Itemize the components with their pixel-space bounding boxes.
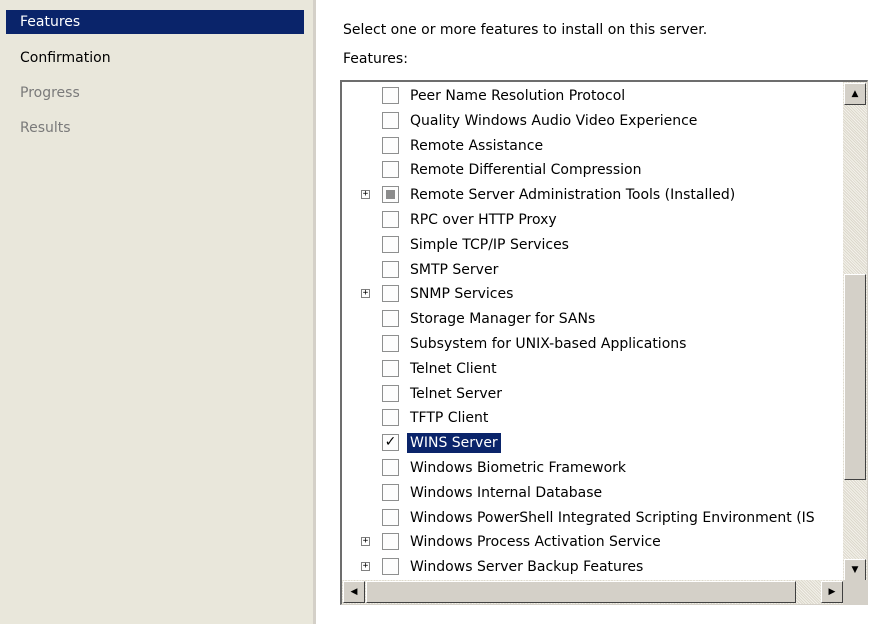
feature-checkbox[interactable] [382, 211, 399, 228]
scroll-left-arrow-icon[interactable]: ◀ [343, 581, 365, 603]
feature-row[interactable]: + Windows Process Activation Service [342, 530, 842, 554]
feature-row[interactable]: Subsystem for UNIX-based Applications [342, 332, 842, 356]
feature-label[interactable]: SMTP Server [407, 260, 501, 280]
feature-row[interactable]: Telnet Server [342, 382, 842, 406]
feature-checkbox[interactable] [382, 87, 399, 104]
vertical-scroll-thumb[interactable] [844, 274, 866, 480]
feature-label[interactable]: WINS Server [407, 433, 501, 454]
feature-row[interactable]: Telnet Client [342, 357, 842, 381]
feature-label[interactable]: Remote Server Administration Tools (Inst… [407, 185, 738, 205]
nav-step-progress: Progress [20, 85, 80, 101]
feature-checkbox[interactable] [382, 359, 399, 377]
plus-expand-icon[interactable]: + [361, 537, 370, 547]
feature-row[interactable]: TFTP Client [342, 406, 842, 430]
nav-step-confirmation[interactable]: Confirmation [6, 46, 304, 70]
feature-checkbox[interactable] [382, 161, 399, 179]
feature-label[interactable]: Remote Differential Compression [407, 160, 644, 180]
feature-checkbox[interactable] [382, 310, 399, 328]
feature-row[interactable]: + SNMP Services [342, 282, 842, 306]
feature-label[interactable]: Windows Biometric Framework [407, 458, 629, 478]
feature-row[interactable]: SMTP Server [342, 258, 842, 282]
plus-expand-icon[interactable]: + [361, 289, 370, 299]
feature-label[interactable]: Windows Internal Database [407, 483, 605, 503]
feature-row[interactable]: Remote Assistance [342, 134, 842, 158]
main-panel: Select one or more features to install o… [316, 0, 869, 624]
feature-row[interactable]: Windows Internal Database [342, 481, 842, 505]
feature-checkbox[interactable] [382, 409, 399, 427]
feature-row[interactable]: + Remote Server Administration Tools (Ins… [342, 183, 842, 207]
feature-label[interactable]: Telnet Server [407, 384, 505, 404]
feature-checkbox[interactable] [382, 136, 399, 154]
feature-row[interactable]: Windows Biometric Framework [342, 456, 842, 480]
feature-label[interactable]: SNMP Services [407, 284, 516, 304]
feature-label[interactable]: Storage Manager for SANs [407, 309, 598, 329]
feature-checkbox[interactable] [382, 285, 399, 303]
instruction-text: Select one or more features to install o… [343, 22, 708, 38]
feature-row[interactable]: RPC over HTTP Proxy [342, 208, 842, 232]
feature-checkbox[interactable] [382, 508, 399, 526]
feature-checkbox[interactable] [382, 235, 399, 253]
feature-row[interactable]: + Windows Server Backup Features [342, 555, 842, 579]
plus-expand-icon[interactable]: + [361, 190, 370, 200]
feature-label[interactable]: Remote Assistance [407, 136, 546, 156]
scroll-up-arrow-icon[interactable]: ▲ [844, 83, 866, 105]
features-label: Features: [343, 51, 408, 67]
feature-label[interactable]: Windows Process Activation Service [407, 532, 664, 552]
plus-expand-icon[interactable]: + [361, 562, 370, 572]
feature-checkbox[interactable] [382, 533, 399, 551]
scroll-down-arrow-icon[interactable]: ▼ [844, 559, 866, 581]
horizontal-scrollbar[interactable]: ◀ ▶ [342, 580, 844, 604]
feature-checkbox[interactable] [382, 483, 399, 501]
feature-checkbox[interactable] [382, 384, 399, 402]
feature-label[interactable]: TFTP Client [407, 408, 491, 428]
feature-label[interactable]: Simple TCP/IP Services [407, 235, 572, 255]
horizontal-scroll-thumb[interactable] [366, 581, 796, 603]
nav-step-features[interactable]: Features [6, 10, 304, 34]
feature-row[interactable]: Windows PowerShell Integrated Scripting … [342, 506, 842, 530]
feature-checkbox[interactable] [382, 335, 399, 352]
feature-checkbox-checked[interactable]: ✓ [382, 434, 399, 452]
feature-label[interactable]: Telnet Client [407, 359, 500, 379]
feature-row[interactable]: Peer Name Resolution Protocol [342, 84, 842, 108]
feature-label[interactable]: Windows PowerShell Integrated Scripting … [407, 508, 818, 528]
feature-checkbox[interactable] [382, 260, 399, 278]
vertical-scrollbar[interactable]: ▲ ▼ [843, 82, 867, 582]
wizard-step-sidebar: Features Confirmation Progress Results [0, 0, 313, 624]
feature-checkbox[interactable] [382, 558, 399, 576]
features-tree[interactable]: Peer Name Resolution Protocol Quality Win… [340, 80, 868, 605]
scrollbar-corner [843, 580, 867, 604]
feature-checkbox[interactable] [382, 459, 399, 476]
feature-checkbox-partial[interactable] [382, 186, 399, 204]
feature-label[interactable]: Windows Server Backup Features [407, 557, 646, 577]
feature-row[interactable]: Simple TCP/IP Services [342, 233, 842, 257]
feature-label[interactable]: RPC over HTTP Proxy [407, 210, 560, 230]
feature-row[interactable]: Quality Windows Audio Video Experience [342, 109, 842, 133]
feature-checkbox[interactable] [382, 111, 399, 129]
feature-row[interactable]: Remote Differential Compression [342, 158, 842, 182]
feature-label[interactable]: Peer Name Resolution Protocol [407, 86, 628, 106]
feature-label[interactable]: Quality Windows Audio Video Experience [407, 111, 700, 131]
feature-row[interactable]: ✓ WINS Server [342, 431, 842, 455]
features-tree-rows: Peer Name Resolution Protocol Quality Win… [342, 82, 844, 582]
scroll-right-arrow-icon[interactable]: ▶ [821, 581, 843, 603]
nav-step-results: Results [20, 120, 71, 136]
feature-row[interactable]: Storage Manager for SANs [342, 307, 842, 331]
feature-label[interactable]: Subsystem for UNIX-based Applications [407, 334, 689, 354]
